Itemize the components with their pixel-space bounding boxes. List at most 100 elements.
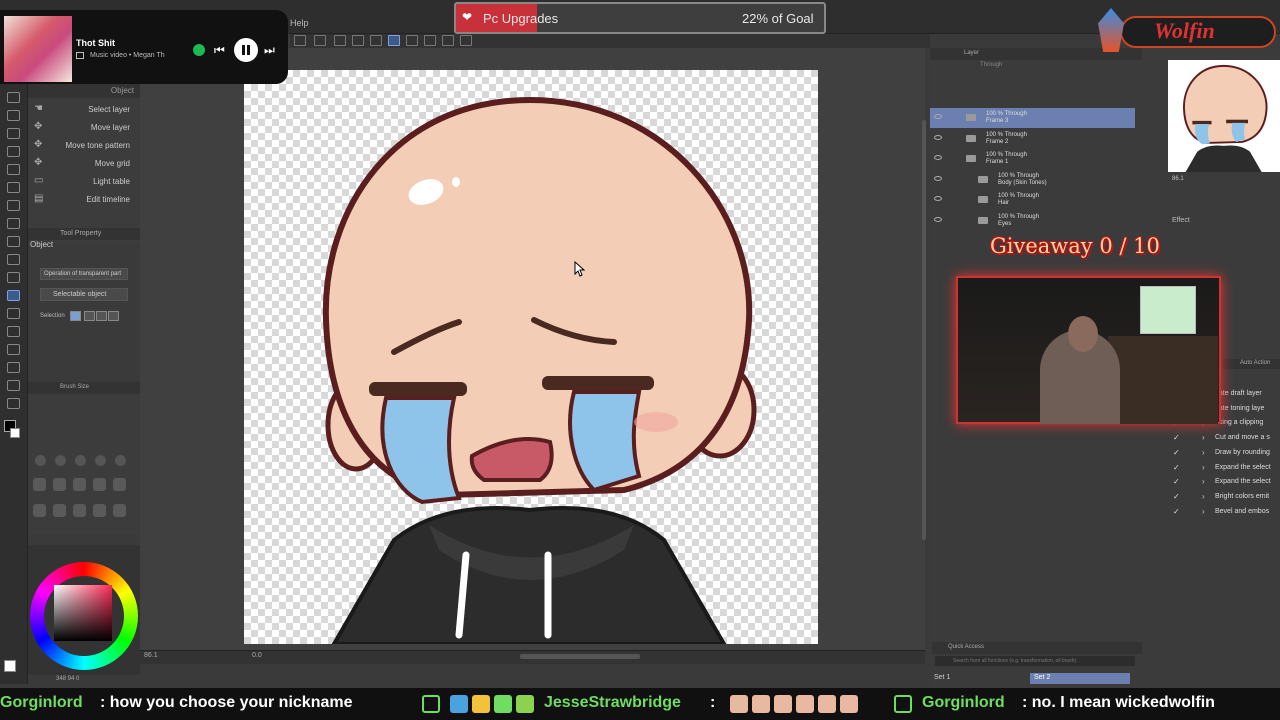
auto-action-item[interactable]: ✓ › Bevel and embos xyxy=(1170,505,1280,519)
visibility-eye-icon[interactable] xyxy=(934,216,942,222)
subtool-light-table[interactable]: ▭ Light table xyxy=(28,173,140,191)
liked-check-icon[interactable] xyxy=(193,44,205,56)
navigator-zoom-readout[interactable]: 86.1 xyxy=(1172,176,1184,182)
zoom-readout[interactable]: 86.1 xyxy=(144,652,158,659)
brush-size-option[interactable] xyxy=(53,504,66,517)
drawing-canvas[interactable] xyxy=(244,70,818,644)
visibility-eye-icon[interactable] xyxy=(934,114,942,119)
layer-row[interactable]: 100 % Through Eyes xyxy=(930,211,1135,231)
expand-arrow-icon[interactable]: › xyxy=(1202,477,1205,486)
figure-tool-icon[interactable] xyxy=(7,254,20,265)
command-icon[interactable] xyxy=(460,35,472,46)
selection-option[interactable] xyxy=(84,311,95,321)
quick-access-set-2[interactable]: Set 2 xyxy=(1030,673,1130,684)
checkmark-icon[interactable]: ✓ xyxy=(1173,492,1181,501)
canvas-vertical-scrollbar[interactable] xyxy=(922,120,926,540)
subtool-move-tone-pattern[interactable]: ✥ Move tone pattern xyxy=(28,137,140,155)
visibility-eye-icon[interactable] xyxy=(934,155,942,160)
auto-action-item[interactable]: ✓ › Draw by rounding xyxy=(1170,446,1280,460)
text-tool-icon[interactable] xyxy=(7,326,20,337)
checkmark-icon[interactable]: ✓ xyxy=(1173,507,1181,516)
command-icon[interactable] xyxy=(314,35,326,46)
quick-access-set-1[interactable]: Set 1 xyxy=(934,674,950,681)
ruler-tool-icon[interactable] xyxy=(7,308,20,319)
next-track-button[interactable]: ⏭ xyxy=(264,43,278,57)
command-icon[interactable] xyxy=(294,35,306,46)
brush-size-option[interactable] xyxy=(33,478,46,491)
command-icon[interactable] xyxy=(370,35,382,46)
gradient-tool-icon[interactable] xyxy=(7,236,20,247)
correct-line-tool-icon[interactable] xyxy=(7,362,20,373)
checkmark-icon[interactable]: ✓ xyxy=(1173,478,1181,486)
selection-tool-icon[interactable] xyxy=(7,398,20,409)
brush-size-option[interactable] xyxy=(93,504,106,517)
brush-size-option[interactable] xyxy=(53,478,66,491)
selectable-object-dropdown[interactable]: Selectable object xyxy=(40,288,128,301)
brush-size-option[interactable] xyxy=(35,455,46,466)
pause-button[interactable] xyxy=(234,38,258,62)
blend-tool-icon[interactable] xyxy=(7,200,20,211)
pencil-tool-icon[interactable] xyxy=(7,128,20,139)
layer-row[interactable]: 100 % Through Frame 2 xyxy=(930,129,1135,149)
auto-action-item[interactable]: ✓ › Expand the select xyxy=(1170,475,1280,489)
checkmark-icon[interactable]: ✓ xyxy=(1173,448,1181,457)
frame-tool-icon[interactable] xyxy=(7,272,20,283)
menu-help[interactable]: Help xyxy=(290,18,309,28)
auto-action-item[interactable]: ✓ › Bright colors emit xyxy=(1170,490,1280,504)
command-icon[interactable] xyxy=(442,35,454,46)
navigator-preview[interactable] xyxy=(1168,60,1280,172)
layer-row[interactable]: 100 % Through Frame 1 xyxy=(930,149,1135,169)
expand-arrow-icon[interactable]: › xyxy=(1202,463,1205,472)
sub-color-swatch[interactable] xyxy=(10,428,20,438)
transparent-swatch[interactable] xyxy=(4,660,16,672)
command-icon[interactable] xyxy=(388,35,400,46)
brush-size-option[interactable] xyxy=(73,478,86,491)
eraser-tool-icon[interactable] xyxy=(7,182,20,193)
visibility-eye-icon[interactable] xyxy=(934,134,942,140)
brush-size-option[interactable] xyxy=(113,478,126,491)
saturation-value-square[interactable] xyxy=(54,585,112,641)
layer-row[interactable]: 100 % Through Frame 3 xyxy=(930,108,1135,128)
visibility-eye-icon[interactable] xyxy=(934,175,942,181)
subtool-edit-timeline[interactable]: ▤ Edit timeline xyxy=(28,191,140,209)
brush-size-option[interactable] xyxy=(33,504,46,517)
selection-option[interactable] xyxy=(70,311,81,321)
brush-size-option[interactable] xyxy=(115,455,126,466)
pen-tool-icon[interactable] xyxy=(7,110,20,121)
angle-readout[interactable]: 0.0 xyxy=(252,652,262,659)
checkmark-icon[interactable]: ✓ xyxy=(1173,434,1181,442)
command-icon[interactable] xyxy=(352,35,364,46)
subtool-select-layer[interactable]: ☚ Select layer xyxy=(28,101,140,119)
expand-arrow-icon[interactable]: › xyxy=(1202,492,1205,501)
expand-arrow-icon[interactable]: › xyxy=(1202,433,1205,442)
command-icon[interactable] xyxy=(334,35,346,46)
expand-arrow-icon[interactable]: › xyxy=(1202,507,1205,516)
expand-arrow-icon[interactable]: › xyxy=(1202,448,1205,457)
command-icon[interactable] xyxy=(424,35,436,46)
airbrush-tool-icon[interactable] xyxy=(7,164,20,175)
layer-row[interactable]: 100 % Through Hair xyxy=(930,190,1135,210)
brush-size-option[interactable] xyxy=(95,455,106,466)
brush-size-option[interactable] xyxy=(73,504,86,517)
selection-option[interactable] xyxy=(96,311,107,321)
blend-mode-dropdown[interactable]: Through xyxy=(980,62,1002,68)
object-tool-icon[interactable] xyxy=(7,290,20,301)
selection-option[interactable] xyxy=(108,311,119,321)
brush-tool-icon[interactable] xyxy=(7,146,20,157)
layer-row[interactable]: 100 % Through Body (Skin Tones) xyxy=(930,170,1135,190)
auto-action-item[interactable]: ✓ › Expand the select xyxy=(1170,461,1280,475)
checkmark-icon[interactable]: ✓ xyxy=(1173,463,1181,472)
quick-access-search-input[interactable]: Search from all functions (e.g. transfor… xyxy=(935,656,1135,666)
pointer-tool-icon[interactable] xyxy=(7,92,20,103)
subtool-move-layer[interactable]: ✥ Move layer xyxy=(28,119,140,137)
brush-size-option[interactable] xyxy=(113,504,126,517)
auto-action-item[interactable]: ✓ › Cut and move a s xyxy=(1170,431,1280,445)
fill-tool-icon[interactable] xyxy=(7,218,20,229)
command-icon[interactable] xyxy=(406,35,418,46)
subtool-move-grid[interactable]: ✥ Move grid xyxy=(28,155,140,173)
visibility-eye-icon[interactable] xyxy=(934,196,942,201)
balloon-tool-icon[interactable] xyxy=(7,344,20,355)
eyedropper-tool-icon[interactable] xyxy=(7,380,20,391)
operation-transparent-dropdown[interactable]: Operation of transparent part xyxy=(40,268,128,280)
brush-size-option[interactable] xyxy=(55,455,66,466)
